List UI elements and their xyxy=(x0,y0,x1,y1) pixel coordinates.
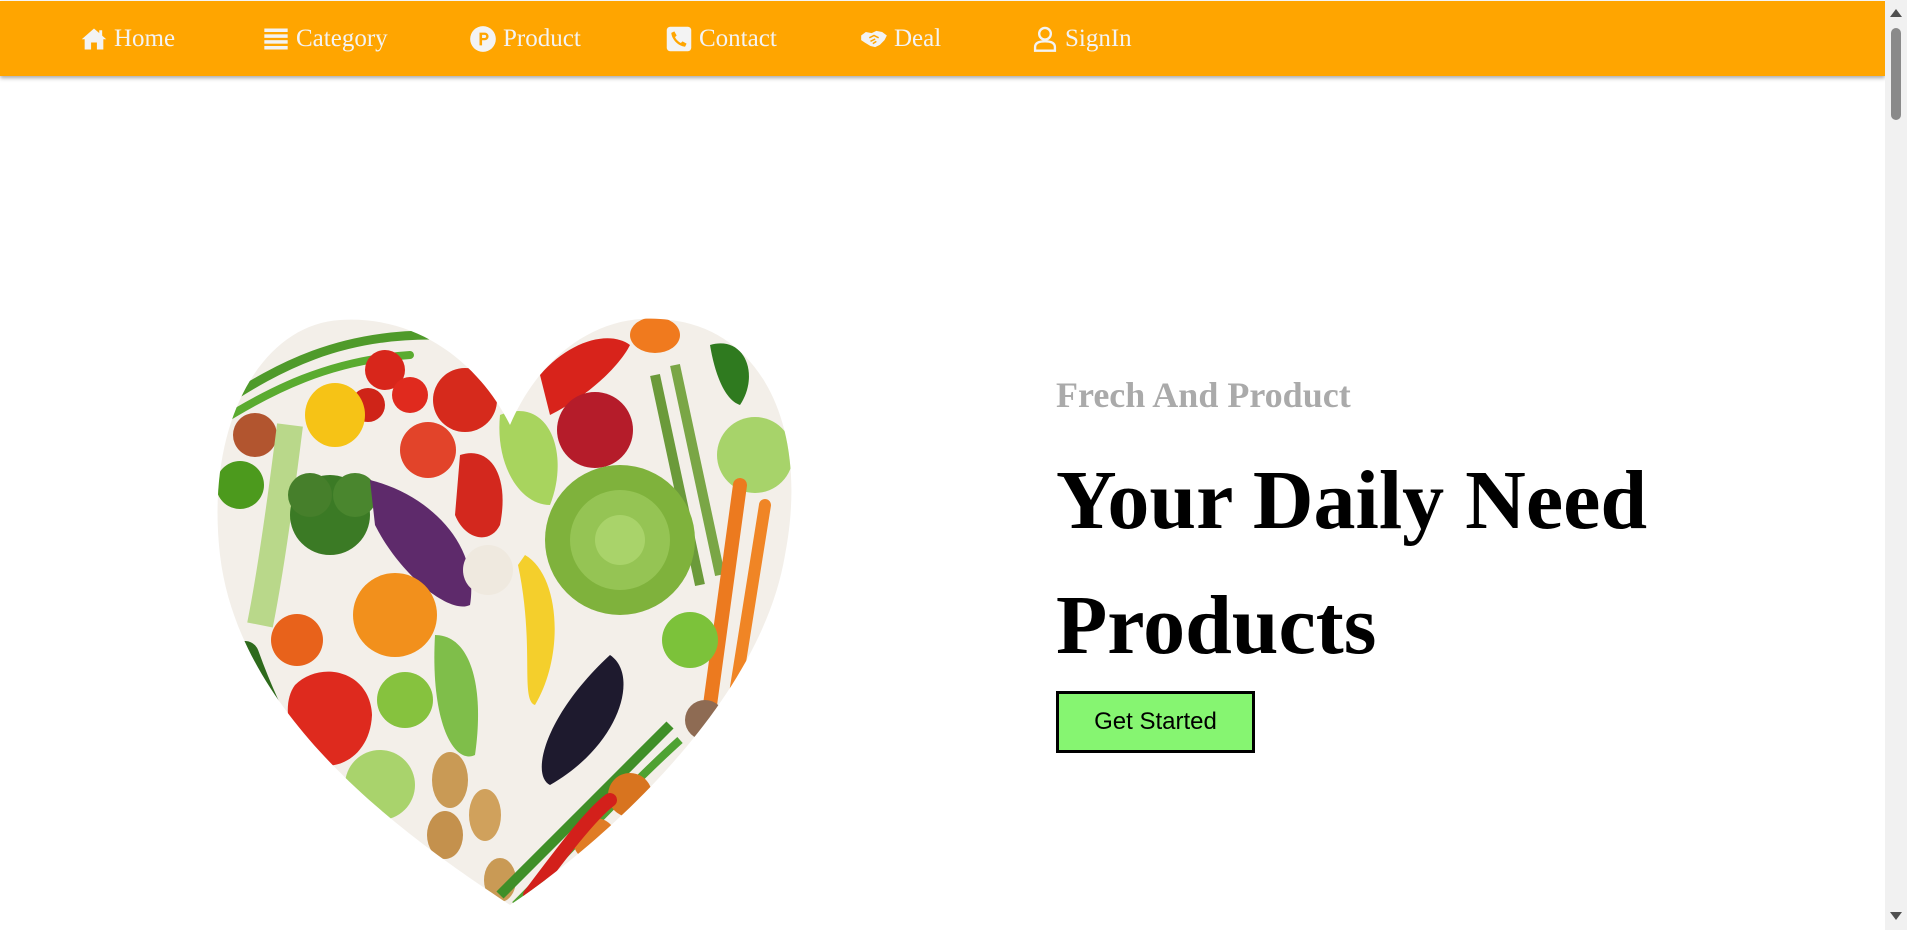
nav-item-signin[interactable]: SignIn xyxy=(1031,1,1132,76)
scroll-down-arrow-icon[interactable] xyxy=(1890,912,1902,920)
handshake-icon xyxy=(861,30,887,47)
nav-item-product[interactable]: Product xyxy=(469,1,581,76)
nav-item-home[interactable]: Home xyxy=(80,1,175,76)
vertical-scrollbar[interactable] xyxy=(1885,0,1907,930)
list-icon xyxy=(264,28,288,49)
nav-item-category[interactable]: Category xyxy=(262,1,388,76)
page: Home Category Product Contact Deal SignI… xyxy=(0,0,1885,930)
nav-item-label: Category xyxy=(296,24,388,52)
nav-item-label: SignIn xyxy=(1065,24,1132,52)
hero-headline: Your Daily Need Products xyxy=(1056,454,1648,672)
home-icon xyxy=(81,28,107,49)
top-navbar: Home Category Product Contact Deal SignI… xyxy=(0,1,1885,76)
hero-subtitle: Frech And Product xyxy=(1056,375,1351,415)
heart-shaped-vegetables-image xyxy=(217,318,792,906)
phone-icon xyxy=(666,26,692,51)
product-p-icon xyxy=(470,25,496,52)
nav-item-label: Contact xyxy=(699,24,777,52)
nav-item-label: Product xyxy=(503,24,581,52)
nav-item-deal[interactable]: Deal xyxy=(860,1,941,76)
user-icon xyxy=(1033,26,1057,52)
nav-item-label: Home xyxy=(114,24,176,52)
nav-item-label: Deal xyxy=(894,24,942,52)
scrollbar-thumb[interactable] xyxy=(1891,28,1901,120)
get-started-button[interactable]: Get Started xyxy=(1056,691,1255,753)
nav-item-contact[interactable]: Contact xyxy=(665,1,777,76)
scroll-up-arrow-icon[interactable] xyxy=(1890,9,1902,17)
